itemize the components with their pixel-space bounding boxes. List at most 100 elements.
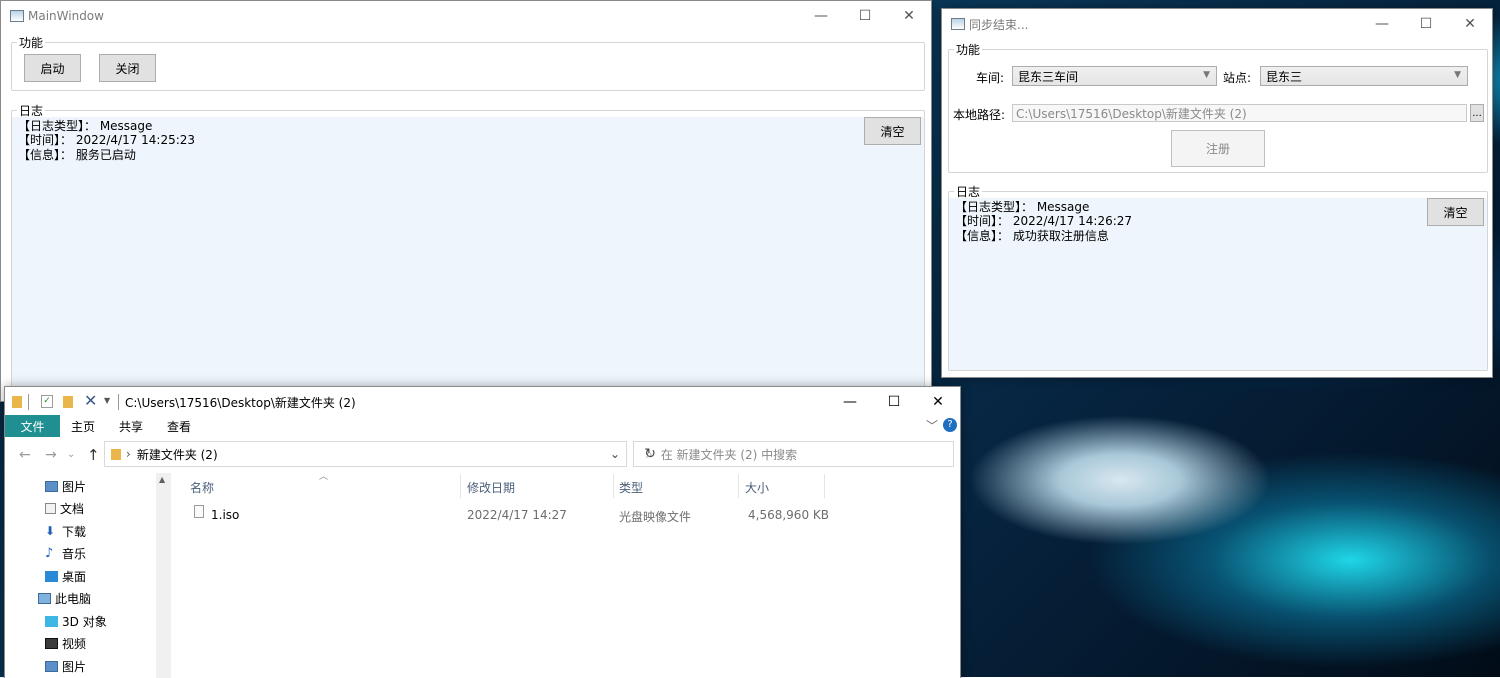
log-line-info: 【信息】： 成功获取注册信息 bbox=[955, 229, 1109, 243]
column-header-size[interactable]: 大小 bbox=[745, 479, 769, 496]
sync-titlebar[interactable]: 同步结束... — ☐ ✕ bbox=[942, 9, 1492, 39]
workshop-label: 车间: bbox=[976, 71, 1005, 85]
maximize-icon[interactable]: ☐ bbox=[872, 387, 916, 417]
nav-item-videos[interactable]: 视频 bbox=[45, 635, 86, 652]
videos-icon bbox=[45, 638, 58, 649]
title-separator bbox=[118, 394, 119, 410]
nav-item-downloads[interactable]: ⬇ 下载 bbox=[45, 523, 86, 540]
nav-item-music[interactable]: ♪ 音乐 bbox=[45, 545, 86, 562]
func-group-label: 功能 bbox=[954, 41, 983, 58]
maximize-icon[interactable]: ☐ bbox=[843, 1, 887, 31]
properties-icon[interactable]: ✓ bbox=[41, 395, 53, 408]
recent-dropdown-icon[interactable]: ⌄ bbox=[67, 449, 75, 460]
sync-window-title: 同步结束... bbox=[969, 17, 1029, 32]
new-folder-icon[interactable] bbox=[63, 396, 73, 408]
tab-share[interactable]: 共享 bbox=[110, 415, 152, 437]
pictures-icon bbox=[45, 661, 58, 672]
main-log-textarea[interactable]: 【日志类型】： Message 【时间】： 2022/4/17 14:25:23… bbox=[12, 117, 924, 401]
nav-pane: 图片 文档 ⬇ 下载 ♪ 音乐 桌面 此电脑 3D 对象 视频 图片 bbox=[5, 473, 171, 678]
quick-access-separator bbox=[28, 394, 29, 410]
folder-icon bbox=[111, 448, 121, 460]
main-window: MainWindow — ☐ ✕ 功能 启动 关闭 日志 【日志类型】： Mes… bbox=[0, 0, 932, 402]
back-icon[interactable]: ← bbox=[19, 447, 31, 463]
station-select[interactable]: 昆东三 ▼ bbox=[1260, 66, 1468, 86]
computer-icon bbox=[38, 593, 51, 604]
station-label: 站点: bbox=[1223, 71, 1252, 85]
breadcrumb: 新建文件夹 (2) bbox=[136, 447, 218, 462]
start-button[interactable]: 启动 bbox=[24, 54, 81, 82]
folder-icon bbox=[12, 396, 22, 408]
column-divider bbox=[613, 474, 614, 498]
sort-indicator-icon: ︿ bbox=[319, 472, 329, 482]
column-divider bbox=[824, 474, 825, 498]
chevron-down-icon: ▼ bbox=[1454, 70, 1461, 80]
explorer-title: C:\Users\17516\Desktop\新建文件夹 (2) bbox=[125, 396, 356, 410]
tab-view[interactable]: 查看 bbox=[158, 415, 200, 437]
search-box[interactable]: ⌕ 在 新建文件夹 (2) 中搜索 bbox=[633, 441, 954, 467]
minimize-icon[interactable]: — bbox=[1360, 9, 1404, 39]
explorer-window: ✓ ✕ ▼ C:\Users\17516\Desktop\新建文件夹 (2) —… bbox=[4, 386, 961, 678]
delete-icon[interactable]: ✕ bbox=[84, 391, 97, 410]
minimize-icon[interactable]: — bbox=[828, 387, 872, 417]
column-divider bbox=[738, 474, 739, 498]
main-titlebar[interactable]: MainWindow — ☐ ✕ bbox=[1, 1, 931, 31]
pictures-icon bbox=[45, 481, 58, 492]
chevron-down-icon: ▼ bbox=[1203, 70, 1210, 80]
clear-log-button[interactable]: 清空 bbox=[1427, 198, 1484, 226]
workshop-select[interactable]: 昆东三车间 ▼ bbox=[1012, 66, 1217, 86]
explorer-titlebar[interactable]: ✓ ✕ ▼ C:\Users\17516\Desktop\新建文件夹 (2) —… bbox=[5, 387, 960, 417]
log-line-info: 【信息】： 服务已启动 bbox=[18, 148, 136, 162]
scroll-up-icon[interactable]: ▲ bbox=[159, 475, 165, 484]
main-window-title: MainWindow bbox=[28, 9, 104, 23]
main-func-group: 功能 启动 关闭 bbox=[11, 34, 925, 91]
sync-log-group: 日志 【日志类型】： Message 【时间】： 2022/4/17 14:26… bbox=[948, 183, 1488, 371]
file-name[interactable]: 1.iso bbox=[211, 508, 239, 522]
column-header-date[interactable]: 修改日期 bbox=[467, 479, 515, 496]
close-button[interactable]: 关闭 bbox=[99, 54, 156, 82]
address-bar[interactable]: › 新建文件夹 (2) ⌄ ↻ bbox=[104, 441, 656, 467]
nav-item-3d-objects[interactable]: 3D 对象 bbox=[45, 613, 107, 630]
workshop-value: 昆东三车间 bbox=[1018, 69, 1079, 84]
main-log-group: 日志 【日志类型】： Message 【时间】： 2022/4/17 14:25… bbox=[11, 102, 925, 402]
station-value: 昆东三 bbox=[1266, 69, 1303, 84]
close-icon[interactable]: ✕ bbox=[1448, 9, 1492, 39]
close-icon[interactable]: ✕ bbox=[916, 387, 960, 417]
3d-objects-icon bbox=[45, 616, 58, 627]
close-icon[interactable]: ✕ bbox=[887, 1, 931, 31]
qat-dropdown-icon[interactable]: ▼ bbox=[104, 396, 110, 405]
nav-item-pictures-2[interactable]: 图片 bbox=[45, 658, 86, 675]
column-header-name[interactable]: 名称 bbox=[190, 479, 214, 496]
search-icon: ⌕ bbox=[646, 446, 653, 461]
maximize-icon[interactable]: ☐ bbox=[1404, 9, 1448, 39]
path-input[interactable]: C:\Users\17516\Desktop\新建文件夹 (2) bbox=[1012, 104, 1467, 122]
nav-item-this-pc[interactable]: 此电脑 bbox=[38, 590, 91, 607]
ribbon-tabs: 文件 主页 共享 查看 ﹀ ? bbox=[5, 415, 960, 437]
forward-icon[interactable]: → bbox=[45, 447, 57, 463]
file-size: 4,568,960 KB bbox=[748, 508, 829, 522]
minimize-icon[interactable]: — bbox=[799, 1, 843, 31]
address-dropdown-icon[interactable]: ⌄ bbox=[610, 447, 620, 461]
browse-button[interactable]: ... bbox=[1470, 104, 1484, 122]
column-header-type[interactable]: 类型 bbox=[619, 479, 643, 496]
up-icon[interactable]: ↑ bbox=[87, 446, 100, 464]
nav-scrollbar[interactable]: ▲ bbox=[156, 473, 171, 678]
iso-file-icon bbox=[194, 505, 204, 518]
help-icon[interactable]: ? bbox=[943, 418, 957, 432]
ribbon-expand-icon[interactable]: ﹀ bbox=[926, 417, 938, 434]
sync-window: 同步结束... — ☐ ✕ 功能 车间: 昆东三车间 ▼ 站点: 昆东三 ▼ 本… bbox=[941, 8, 1493, 378]
nav-item-pictures[interactable]: 图片 bbox=[45, 478, 86, 495]
window-icon bbox=[951, 18, 965, 30]
clear-log-button[interactable]: 清空 bbox=[864, 117, 921, 145]
desktop-icon bbox=[45, 571, 58, 582]
breadcrumb-chevron-icon: › bbox=[126, 447, 131, 461]
nav-item-desktop[interactable]: 桌面 bbox=[45, 568, 86, 585]
tab-home[interactable]: 主页 bbox=[62, 415, 104, 437]
download-icon: ⬇ bbox=[45, 524, 56, 538]
file-date: 2022/4/17 14:27 bbox=[467, 508, 567, 522]
register-button[interactable]: 注册 bbox=[1171, 130, 1265, 167]
sync-log-textarea[interactable]: 【日志类型】： Message 【时间】： 2022/4/17 14:26:27… bbox=[949, 198, 1487, 370]
music-icon: ♪ bbox=[45, 546, 54, 561]
func-group-label: 功能 bbox=[17, 34, 46, 51]
nav-item-documents[interactable]: 文档 bbox=[45, 500, 84, 517]
tab-file[interactable]: 文件 bbox=[5, 415, 60, 437]
